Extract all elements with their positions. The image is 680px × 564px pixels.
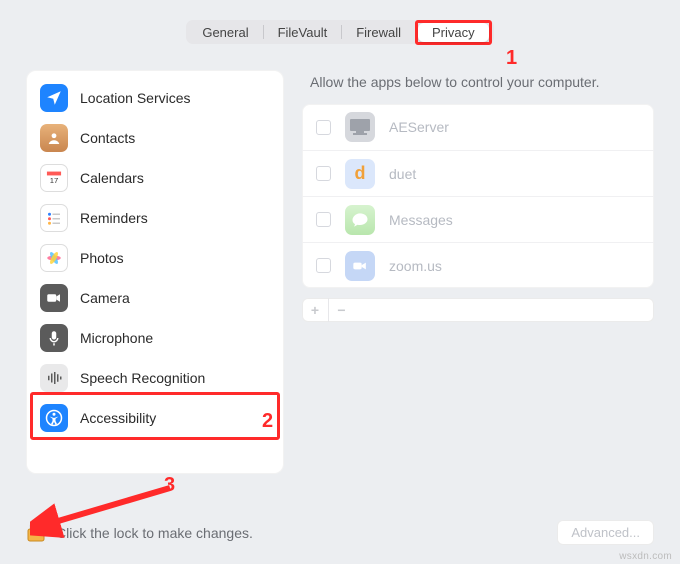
app-icon-generic (345, 112, 375, 142)
annotation-2: 2 (262, 410, 273, 433)
reminders-icon (40, 204, 68, 232)
sidebar-item-label: Reminders (80, 210, 148, 226)
app-name: duet (389, 166, 416, 182)
app-checkbox[interactable] (316, 258, 331, 273)
app-row-duet[interactable]: d duet (302, 150, 654, 196)
svg-text:17: 17 (50, 176, 59, 185)
sidebar-item-label: Photos (80, 250, 124, 266)
lock-icon[interactable] (26, 519, 46, 546)
panel-container: Location Services Contacts 17 Calendars … (26, 70, 654, 474)
sidebar-item-label: Microphone (80, 330, 153, 346)
location-icon (40, 84, 68, 112)
photos-icon (40, 244, 68, 272)
app-row-aeserver[interactable]: AEServer (302, 104, 654, 150)
right-pane-heading: Allow the apps below to control your com… (302, 70, 654, 104)
tab-filevault[interactable]: FileVault (264, 23, 342, 42)
sidebar-item-reminders[interactable]: Reminders (26, 198, 284, 238)
app-checkbox[interactable] (316, 212, 331, 227)
app-checkbox[interactable] (316, 166, 331, 181)
tab-bar: General FileVault Firewall Privacy (0, 20, 680, 44)
lock-group: Click the lock to make changes. (26, 519, 253, 546)
app-icon-messages (345, 205, 375, 235)
app-icon-zoom (345, 251, 375, 281)
app-name: Messages (389, 212, 453, 228)
segmented-control: General FileVault Firewall Privacy (186, 20, 493, 44)
annotation-1: 1 (506, 47, 517, 70)
add-remove-control: + − (302, 298, 654, 322)
camera-icon (40, 284, 68, 312)
sidebar-item-location-services[interactable]: Location Services (26, 78, 284, 118)
sidebar-item-photos[interactable]: Photos (26, 238, 284, 278)
sidebar-item-accessibility[interactable]: Accessibility (26, 398, 284, 438)
annotation-highlight-1: Privacy (415, 20, 492, 45)
tab-general[interactable]: General (188, 23, 262, 42)
privacy-category-sidebar: Location Services Contacts 17 Calendars … (26, 70, 284, 474)
sidebar-item-contacts[interactable]: Contacts (26, 118, 284, 158)
lock-text: Click the lock to make changes. (56, 525, 253, 541)
sidebar-item-camera[interactable]: Camera (26, 278, 284, 318)
sidebar-item-label: Calendars (80, 170, 144, 186)
add-button[interactable]: + (302, 298, 328, 322)
sidebar-item-label: Camera (80, 290, 130, 306)
app-name: AEServer (389, 119, 449, 135)
contacts-icon (40, 124, 68, 152)
app-row-messages[interactable]: Messages (302, 196, 654, 242)
app-list: AEServer d duet Messages zoom.us (302, 104, 654, 288)
sidebar-item-microphone[interactable]: Microphone (26, 318, 284, 358)
app-name: zoom.us (389, 258, 442, 274)
sidebar-item-label: Speech Recognition (80, 370, 205, 386)
right-pane: Allow the apps below to control your com… (302, 70, 654, 474)
advanced-button[interactable]: Advanced... (557, 520, 654, 545)
sidebar-item-speech-recognition[interactable]: Speech Recognition (26, 358, 284, 398)
app-row-zoom[interactable]: zoom.us (302, 242, 654, 288)
sidebar-item-label: Location Services (80, 90, 191, 106)
sidebar-item-calendars[interactable]: 17 Calendars (26, 158, 284, 198)
app-checkbox[interactable] (316, 120, 331, 135)
bottom-bar: Click the lock to make changes. Advanced… (26, 519, 654, 546)
remove-button[interactable]: − (328, 298, 354, 322)
speech-icon (40, 364, 68, 392)
annotation-3: 3 (164, 474, 175, 497)
app-icon-duet: d (345, 159, 375, 189)
watermark: wsxdn.com (619, 551, 672, 562)
tab-firewall[interactable]: Firewall (342, 23, 415, 42)
microphone-icon (40, 324, 68, 352)
calendar-icon: 17 (40, 164, 68, 192)
sidebar-item-label: Accessibility (80, 410, 156, 426)
tab-privacy[interactable]: Privacy (418, 23, 489, 42)
sidebar-item-label: Contacts (80, 130, 135, 146)
accessibility-icon (40, 404, 68, 432)
